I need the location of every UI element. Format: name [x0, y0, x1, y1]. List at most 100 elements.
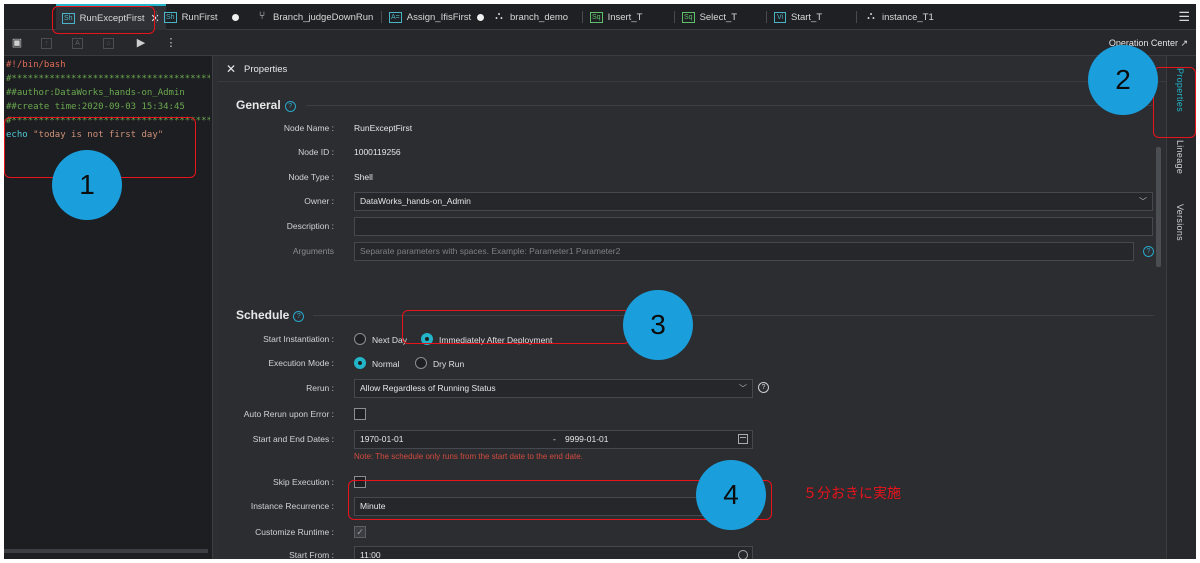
tab-select-t[interactable]: Sq Select_T — [676, 4, 743, 30]
node-name-value: RunExceptFirst — [354, 123, 413, 133]
arguments-label: Arguments — [292, 246, 334, 256]
tab-start-t[interactable]: Vi Start_T — [768, 4, 828, 30]
tab-branch-demo[interactable]: ⛬ branch_demo — [487, 4, 574, 30]
description-input[interactable] — [354, 217, 1153, 236]
panel-title: Properties — [244, 64, 288, 75]
close-icon[interactable]: ✕ — [226, 62, 236, 76]
tab-label: RunFirst — [181, 11, 218, 23]
help-icon[interactable]: ? — [758, 382, 769, 393]
ide-window: Sh RunExceptFirst ✕ Sh RunFirst ⑂ Branch… — [4, 4, 1196, 559]
calendar-icon[interactable] — [738, 434, 748, 444]
node-id-label: Node ID : — [298, 147, 334, 157]
help-icon[interactable]: ? — [293, 311, 305, 322]
node-id-value: 1000119256 — [354, 147, 401, 157]
annotation-box-tab — [52, 6, 155, 34]
rerun-select[interactable]: Allow Regardless of Running Status ﹀ — [354, 379, 753, 398]
more-icon[interactable]: ⋮ — [164, 36, 178, 50]
tab-label: Branch_judgeDownRun — [273, 11, 374, 23]
node-type-label: Node Type : — [288, 172, 334, 182]
tab-insert-t[interactable]: Sq Insert_T — [584, 4, 648, 30]
tab-assign-ifisfirst[interactable]: A= Assign_IfisFirst — [383, 4, 490, 30]
workflow-icon: ⛬ — [867, 9, 875, 22]
normal-radio[interactable] — [354, 357, 366, 369]
annotation-box-instantiation — [402, 310, 630, 344]
sql-icon: Sq — [682, 11, 695, 23]
tab-branch-judgedownrun[interactable]: ⑂ Branch_judgeDownRun — [250, 4, 379, 30]
section-schedule-heading: Schedule? — [236, 308, 305, 322]
normal-label[interactable]: Normal — [372, 359, 399, 369]
tab-runfirst[interactable]: Sh RunFirst — [158, 4, 223, 30]
start-date[interactable]: 1970-01-01 — [360, 434, 403, 444]
assign-icon: A= — [389, 11, 402, 23]
clock-icon[interactable] — [738, 550, 748, 559]
rerun-label: Rerun : — [306, 383, 334, 393]
tab-label: instance_T1 — [882, 11, 934, 23]
tab-label: Start_T — [791, 11, 823, 23]
annotation-badge-1: 1 — [52, 150, 122, 220]
section-general-heading: General? — [236, 98, 296, 112]
help-icon[interactable]: ? — [1143, 246, 1154, 257]
panel-header: ✕ Properties — [218, 56, 1166, 82]
help-icon[interactable]: ? — [284, 101, 296, 112]
sql-icon: Sq — [590, 11, 603, 23]
tab-label: branch_demo — [510, 11, 569, 23]
annotation-badge-4: 4 — [696, 460, 766, 530]
tab-instance-t1[interactable]: ⛬ instance_T1 — [859, 4, 940, 30]
owner-label: Owner : — [304, 196, 334, 206]
tab-unsaved-indicator — [226, 4, 245, 30]
code-line: ##create time:2020-09-03 15:34:45 — [6, 102, 185, 112]
shell-icon: Sh — [164, 11, 177, 23]
next-day-radio[interactable] — [354, 333, 366, 345]
upload-icon[interactable]: ⌂ — [103, 38, 114, 49]
run-icon[interactable]: ▶ — [134, 36, 148, 50]
workflow-icon: ⛬ — [495, 9, 503, 22]
skip-execution-label: Skip Execution : — [273, 477, 334, 487]
node-name-label: Node Name : — [283, 123, 334, 133]
arguments-input[interactable]: Separate parameters with spaces. Example… — [354, 242, 1134, 261]
save-icon[interactable]: ▣ — [10, 36, 24, 50]
customize-runtime-label: Customize Runtime : — [255, 527, 334, 537]
tab-label: Select_T — [699, 11, 738, 23]
unsaved-dot-icon — [232, 13, 239, 21]
start-instantiation-label: Start Instantiation : — [263, 334, 334, 344]
editor-scrollbar[interactable] — [4, 549, 208, 553]
tab-bar: Sh RunExceptFirst ✕ Sh RunFirst ⑂ Branch… — [4, 4, 1196, 30]
description-label: Description : — [286, 221, 334, 231]
date-range-picker[interactable]: 1970-01-01 - 9999-01-01 — [354, 430, 753, 449]
annotation-badge-2: 2 — [1088, 45, 1158, 115]
commit-icon[interactable]: ↑ — [41, 38, 52, 49]
tab-label: Insert_T — [607, 11, 643, 23]
virtual-node-icon: Vi — [774, 11, 786, 23]
rail-tab-versions[interactable]: Versions — [1175, 204, 1185, 241]
lock-icon[interactable]: A — [72, 38, 83, 49]
rail-tab-lineage[interactable]: Lineage — [1175, 140, 1185, 174]
annotation-box-properties — [1153, 67, 1196, 138]
auto-rerun-label: Auto Rerun upon Error : — [243, 409, 334, 419]
code-line: #!/bin/bash — [6, 60, 66, 70]
menu-icon[interactable]: ☰ — [1178, 9, 1190, 25]
node-type-value: Shell — [354, 172, 373, 182]
end-date[interactable]: 9999-01-01 — [565, 431, 608, 448]
code-line: #***************************************… — [6, 74, 210, 84]
tab-label: Assign_IfisFirst — [406, 11, 472, 23]
dry-run-label[interactable]: Dry Run — [433, 359, 464, 369]
start-from-time-picker[interactable]: 11:00 — [354, 546, 753, 559]
dry-run-radio[interactable] — [415, 357, 427, 369]
code-line: ##author:DataWorks_hands-on_Admin — [6, 88, 185, 98]
date-separator: - — [553, 434, 556, 444]
start-from-label: Start From : — [289, 550, 334, 559]
customize-runtime-checkbox[interactable]: ✓ — [354, 526, 366, 538]
start-end-dates-label: Start and End Dates : — [252, 434, 334, 444]
branch-icon: ⑂ — [258, 9, 266, 22]
annotation-note: ５分おきに実施 — [803, 486, 901, 502]
chevron-down-icon: ﹀ — [739, 384, 747, 393]
chevron-down-icon: ﹀ — [1139, 197, 1147, 206]
annotation-badge-3: 3 — [623, 290, 693, 360]
panel-scrollbar[interactable] — [1156, 147, 1161, 267]
toolbar: ▣ ↑ A ⌂ ▶ ⋮ Operation Center ↗ — [4, 30, 1196, 56]
date-range-note: Note: The schedule only runs from the st… — [354, 452, 583, 461]
owner-select[interactable]: DataWorks_hands-on_Admin ﹀ — [354, 192, 1153, 211]
unsaved-dot-icon — [477, 13, 485, 21]
instance-recurrence-label: Instance Recurrence : — [250, 501, 334, 511]
auto-rerun-checkbox[interactable] — [354, 408, 366, 420]
